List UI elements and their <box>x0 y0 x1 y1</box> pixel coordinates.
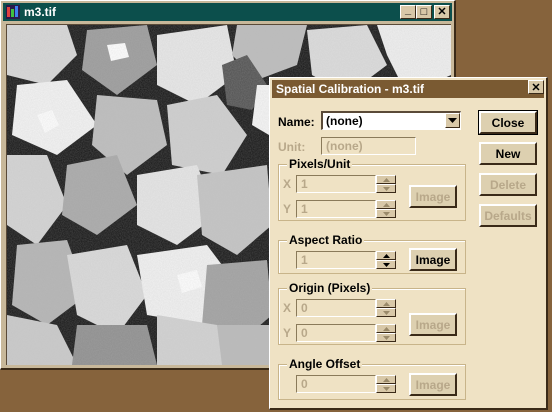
aspect-ratio-group: Aspect Ratio 1 Image <box>278 233 466 274</box>
spinner-down-button[interactable] <box>376 333 396 342</box>
pixels-y-field[interactable]: 1 <box>296 200 376 218</box>
arrow-up-icon <box>382 301 390 306</box>
arrow-up-icon <box>382 326 390 331</box>
arrow-down-icon <box>382 211 390 216</box>
aspect-ratio-image-button[interactable]: Image <box>409 248 457 271</box>
dialog-close-button[interactable]: ✕ <box>528 80 544 94</box>
new-button[interactable]: New <box>479 142 537 165</box>
spinner-down-button[interactable] <box>376 209 396 218</box>
origin-y-label: Y <box>283 326 292 340</box>
pixels-y-spinner[interactable] <box>376 200 396 218</box>
aspect-ratio-field[interactable]: 1 <box>296 251 376 269</box>
pixels-x-field[interactable]: 1 <box>296 175 376 193</box>
name-label: Name: <box>278 115 315 129</box>
pixels-y-label: Y <box>283 202 292 216</box>
defaults-button[interactable]: Defaults <box>479 204 537 227</box>
origin-group: Origin (Pixels) X 0 Y 0 Image <box>278 281 466 345</box>
angle-offset-group: Angle Offset 0 Image <box>278 357 466 400</box>
pixels-x-spinner[interactable] <box>376 175 396 193</box>
arrow-down-icon <box>382 386 390 391</box>
spinner-down-button[interactable] <box>376 308 396 317</box>
arrow-down-icon <box>382 262 390 267</box>
origin-x-spinner[interactable] <box>376 299 396 317</box>
image-window-titlebar[interactable]: m3.tif _ □ ✕ <box>3 3 452 21</box>
delete-button[interactable]: Delete <box>479 173 537 196</box>
combobox-dropdown-button[interactable] <box>445 113 460 128</box>
close-window-button[interactable]: ✕ <box>434 5 450 19</box>
angle-offset-title: Angle Offset <box>287 357 363 371</box>
spinner-up-button[interactable] <box>376 324 396 333</box>
spinner-down-button[interactable] <box>376 384 396 393</box>
image-window-title: m3.tif <box>24 5 57 19</box>
arrow-up-icon <box>382 177 390 182</box>
maximize-icon: □ <box>420 5 428 18</box>
spinner-up-button[interactable] <box>376 251 396 260</box>
arrow-up-icon <box>382 202 390 207</box>
close-icon: ✕ <box>437 5 447 18</box>
aspect-ratio-title: Aspect Ratio <box>287 233 365 247</box>
angle-offset-image-button[interactable]: Image <box>409 373 457 396</box>
unit-label: Unit: <box>278 140 306 154</box>
pixels-image-button[interactable]: Image <box>409 185 457 208</box>
arrow-up-icon <box>382 253 390 258</box>
spinner-up-button[interactable] <box>376 375 396 384</box>
aspect-ratio-spinner[interactable] <box>376 251 396 269</box>
origin-y-field[interactable]: 0 <box>296 324 376 342</box>
name-combobox[interactable]: (none) <box>321 111 461 130</box>
dialog-titlebar[interactable]: Spatial Calibration - m3.tif <box>272 80 544 98</box>
origin-y-spinner[interactable] <box>376 324 396 342</box>
dialog-title: Spatial Calibration - m3.tif <box>276 82 425 96</box>
origin-title: Origin (Pixels) <box>287 281 373 295</box>
pixels-per-unit-title: Pixels/Unit <box>287 157 353 171</box>
spinner-up-button[interactable] <box>376 299 396 308</box>
arrow-down-icon <box>382 186 390 191</box>
name-value: (none) <box>326 114 363 128</box>
close-button[interactable]: Close <box>478 110 538 135</box>
pixels-per-unit-group: Pixels/Unit X 1 Y 1 Image <box>278 157 466 221</box>
spinner-up-button[interactable] <box>376 200 396 209</box>
minimize-icon: _ <box>404 3 412 16</box>
spinner-down-button[interactable] <box>376 184 396 193</box>
arrow-down-icon <box>382 310 390 315</box>
close-icon: ✕ <box>531 81 541 94</box>
maximize-button[interactable]: □ <box>416 5 432 19</box>
spinner-down-button[interactable] <box>376 260 396 269</box>
origin-x-field[interactable]: 0 <box>296 299 376 317</box>
angle-offset-spinner[interactable] <box>376 375 396 393</box>
pixels-x-label: X <box>283 177 292 191</box>
angle-offset-field[interactable]: 0 <box>296 375 376 393</box>
origin-x-label: X <box>283 301 292 315</box>
chevron-down-icon <box>448 117 457 123</box>
unit-field[interactable]: (none) <box>321 137 416 155</box>
arrow-up-icon <box>382 377 390 382</box>
minimize-button[interactable]: _ <box>400 3 416 19</box>
origin-image-button[interactable]: Image <box>409 313 457 336</box>
spinner-up-button[interactable] <box>376 175 396 184</box>
arrow-down-icon <box>382 335 390 340</box>
app-icon <box>6 5 20 19</box>
spatial-calibration-dialog: Spatial Calibration - m3.tif ✕ Name: (no… <box>269 77 548 410</box>
